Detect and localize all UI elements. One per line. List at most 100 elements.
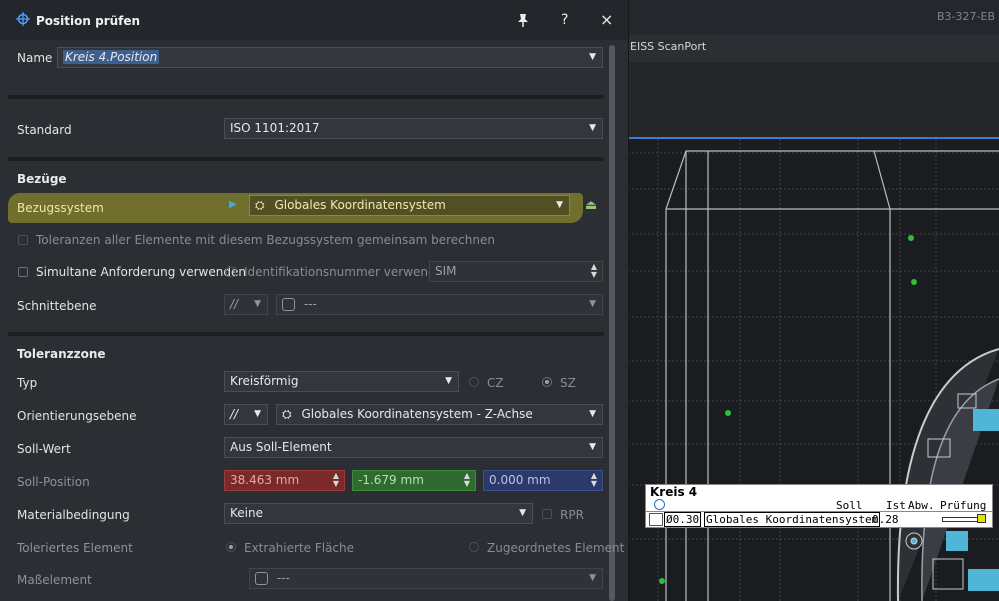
name-input[interactable]: Kreis 4.Position ▼ — [57, 47, 603, 68]
orient-value: Globales Koordinatensystem - Z-Achse — [301, 407, 533, 421]
name-value: Kreis 4.Position — [63, 50, 160, 64]
frame-symbol-icon — [649, 513, 663, 526]
material-select[interactable]: Keine ▼ — [224, 503, 533, 524]
soll-x-value: 38.463 mm — [230, 473, 300, 487]
ident-input[interactable]: SIM ▲ ▼ — [429, 261, 603, 282]
spinner-icon[interactable]: ▲ ▼ — [333, 472, 339, 488]
chevron-down-icon[interactable]: ▼ — [589, 405, 596, 424]
chevron-down-icon[interactable]: ▼ — [589, 569, 596, 588]
dialog-scrollbar[interactable] — [609, 45, 615, 601]
section-toleranzzone: Toleranzzone — [17, 347, 106, 361]
soll-position-label: Soll-Position — [17, 475, 90, 489]
rpr-label: RPR — [560, 508, 584, 522]
ist-value: 0.28 — [872, 513, 899, 526]
bezugssystem-select[interactable]: ⛭ Globales Koordinatensystem ▼ — [249, 195, 570, 216]
typ-label: Typ — [17, 376, 38, 390]
masselement-label: Maßelement — [17, 573, 92, 587]
tab-scanport[interactable]: EISS ScanPort — [630, 40, 706, 53]
rpr-checkbox[interactable] — [542, 509, 552, 519]
chevron-down-icon[interactable]: ▼ — [556, 196, 563, 215]
section-bezuege: Bezüge — [17, 172, 67, 186]
simultane-checkbox[interactable] — [18, 267, 28, 277]
orient-label: Orientierungsebene — [17, 409, 137, 423]
standard-select[interactable]: ISO 1101:2017 ▼ — [224, 118, 603, 139]
chevron-down-icon[interactable]: ▼ — [519, 504, 526, 523]
soll-z-value: 0.000 mm — [489, 473, 551, 487]
coordinate-system-icon: ⛭ — [255, 198, 265, 212]
toleriertes-label: Toleriertes Element — [17, 541, 133, 555]
masselement-select[interactable]: --- ▼ — [249, 568, 603, 589]
tolerances-checkbox[interactable] — [18, 235, 28, 245]
spinner-icon[interactable]: ▲ ▼ — [591, 472, 597, 488]
standard-label: Standard — [17, 123, 72, 137]
chevron-down-icon[interactable]: ▼ — [589, 438, 596, 457]
soll-wert-label: Soll-Wert — [17, 442, 71, 456]
dialog-title: Position prüfen — [36, 14, 141, 28]
reference-value: Globales Koordinatensystem — [704, 512, 881, 527]
reference-system-add-icon[interactable]: ⏏ — [585, 198, 597, 213]
pruefung-marker — [977, 514, 986, 523]
typ-select[interactable]: Kreisförmig ▼ — [224, 371, 459, 392]
bezugssystem-value: Globales Koordinatensystem — [274, 198, 446, 212]
spinner-icon[interactable]: ▲ ▼ — [591, 263, 597, 279]
ident-checkbox[interactable] — [226, 267, 236, 277]
cad-model-drawing — [628, 139, 999, 601]
chevron-down-icon[interactable]: ▼ — [445, 372, 452, 391]
chevron-down-icon[interactable]: ▼ — [254, 295, 261, 314]
result-table[interactable]: Kreis 4 Soll Ist Abw. Prüfung Ø0.30 Glob… — [645, 484, 993, 528]
window-id: B3-327-EB — [937, 10, 995, 23]
pin-icon[interactable] — [516, 13, 530, 27]
bezugssystem-label: Bezugssystem — [17, 201, 104, 215]
extrahierte-label: Extrahierte Fläche — [244, 541, 355, 555]
cad-viewport[interactable] — [628, 139, 999, 601]
name-label: Name — [17, 51, 53, 65]
sz-radio[interactable] — [542, 377, 552, 387]
section-divider — [8, 157, 604, 161]
position-symbol-icon — [16, 12, 30, 26]
chevron-down-icon[interactable]: ▼ — [589, 48, 596, 67]
chevron-down-icon[interactable]: ▼ — [589, 119, 596, 138]
chevron-down-icon[interactable]: ▼ — [589, 295, 596, 314]
section-divider — [8, 332, 604, 336]
soll-y-input[interactable]: -1.679 mm ▲ ▼ — [352, 470, 476, 491]
zugeordnetes-radio[interactable] — [469, 542, 479, 552]
material-label: Materialbedingung — [17, 508, 130, 522]
play-arrow-icon[interactable]: ▶ — [229, 199, 237, 210]
extrahierte-radio[interactable] — [226, 542, 236, 552]
cz-label: CZ — [487, 376, 504, 390]
parallel-symbol: // — [230, 297, 239, 311]
ident-value: SIM — [435, 264, 457, 278]
cz-radio[interactable] — [469, 377, 479, 387]
orient-symbol-select[interactable]: // ▼ — [224, 404, 268, 425]
ident-checkbox-label: Identifikationsnummer verwenden — [244, 265, 451, 279]
spinner-icon[interactable]: ▲ ▼ — [464, 472, 470, 488]
schnittebene-value: --- — [303, 297, 317, 311]
soll-z-input[interactable]: 0.000 mm ▲ ▼ — [483, 470, 603, 491]
help-button[interactable]: ? — [561, 12, 568, 28]
simultane-checkbox-label: Simultane Anforderung verwenden — [36, 265, 246, 279]
position-dialog: Position prüfen ? × Name Kreis 4.Positio… — [0, 0, 629, 601]
close-button[interactable]: × — [600, 10, 613, 29]
soll-x-input[interactable]: 38.463 mm ▲ ▼ — [224, 470, 345, 491]
masselement-value: --- — [276, 571, 290, 585]
material-value: Keine — [230, 506, 263, 520]
app-toolbar — [628, 62, 999, 138]
soll-wert-value: Aus Soll-Element — [230, 440, 332, 454]
position-symbol-icon — [654, 499, 665, 510]
standard-value: ISO 1101:2017 — [230, 121, 320, 135]
plane-icon — [282, 298, 295, 311]
soll-y-value: -1.679 mm — [358, 473, 424, 487]
typ-value: Kreisförmig — [230, 374, 299, 388]
zugeordnetes-label: Zugeordnetes Element — [487, 541, 625, 555]
soll-wert-select[interactable]: Aus Soll-Element ▼ — [224, 437, 603, 458]
plane-icon — [255, 572, 268, 585]
dialog-title-bar[interactable]: Position prüfen ? × — [0, 0, 628, 40]
section-divider — [8, 95, 604, 99]
orient-select[interactable]: ⛭ Globales Koordinatensystem - Z-Achse ▼ — [276, 404, 603, 425]
schnittebene-select[interactable]: --- ▼ — [276, 294, 603, 315]
schnittebene-label: Schnittebene — [17, 299, 97, 313]
tolerances-checkbox-label: Toleranzen aller Elemente mit diesem Bez… — [36, 233, 495, 247]
schnittebene-symbol-select[interactable]: // ▼ — [224, 294, 268, 315]
chevron-down-icon[interactable]: ▼ — [254, 405, 261, 424]
coordinate-system-icon: ⛭ — [282, 407, 292, 421]
